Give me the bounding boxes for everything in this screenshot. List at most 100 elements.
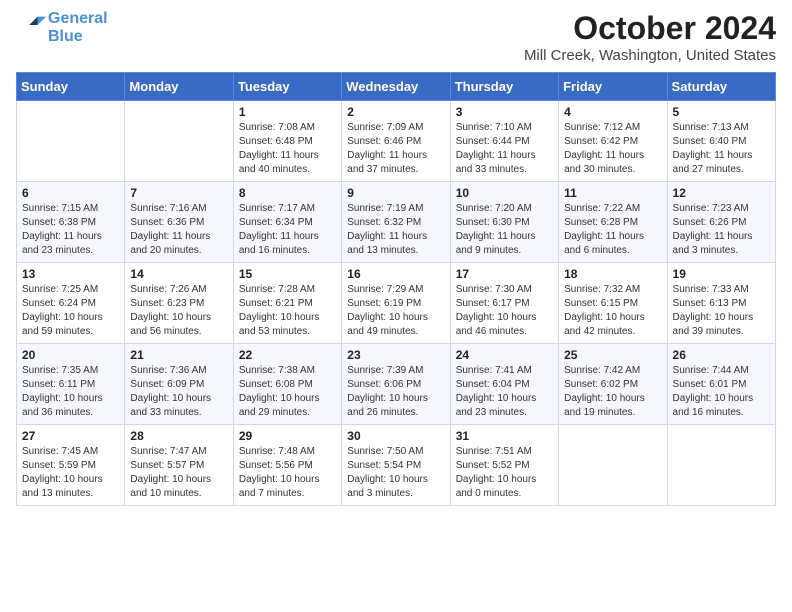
day-number: 30 <box>347 429 444 443</box>
logo-text-blue: Blue <box>48 28 108 46</box>
day-cell: 24 Sunrise: 7:41 AM Sunset: 6:04 PM Dayli… <box>450 344 558 425</box>
day-info: Sunrise: 7:23 AM Sunset: 6:26 PM Dayligh… <box>673 202 770 258</box>
day-cell: 16Sunrise: 7:29 AM Sunset: 6:19 PM Dayli… <box>342 263 450 344</box>
day-header-saturday: Saturday <box>667 73 775 101</box>
day-number: 18 <box>564 267 661 281</box>
day-cell: 31 Sunrise: 7:51 AM Sunset: 5:52 PM Dayli… <box>450 425 558 506</box>
calendar: SundayMondayTuesdayWednesdayThursdayFrid… <box>16 72 776 506</box>
day-number: 14 <box>130 267 227 281</box>
day-cell: 9 Sunrise: 7:19 AM Sunset: 6:32 PM Daylig… <box>342 182 450 263</box>
day-header-friday: Friday <box>559 73 667 101</box>
day-info: Sunrise: 7:41 AM Sunset: 6:04 PM Dayligh… <box>456 364 553 420</box>
day-number: 7 <box>130 186 227 200</box>
day-number: 31 <box>456 429 553 443</box>
logo-text-general: General <box>48 10 108 28</box>
day-number: 4 <box>564 105 661 119</box>
week-row-1: 1 Sunrise: 7:08 AM Sunset: 6:48 PM Daylig… <box>17 101 776 182</box>
day-number: 23 <box>347 348 444 362</box>
day-number: 3 <box>456 105 553 119</box>
day-number: 13 <box>22 267 119 281</box>
day-header-sunday: Sunday <box>17 73 125 101</box>
day-number: 20 <box>22 348 119 362</box>
day-cell: 15 Sunrise: 7:28 AM Sunset: 6:21 PM Dayli… <box>233 263 341 344</box>
day-cell: 7 Sunrise: 7:16 AM Sunset: 6:36 PM Daylig… <box>125 182 233 263</box>
day-cell: 14Sunrise: 7:26 AM Sunset: 6:23 PM Dayli… <box>125 263 233 344</box>
day-cell: 22 Sunrise: 7:38 AM Sunset: 6:08 PM Dayli… <box>233 344 341 425</box>
day-info: Sunrise: 7:12 AM Sunset: 6:42 PM Dayligh… <box>564 121 661 177</box>
calendar-header: SundayMondayTuesdayWednesdayThursdayFrid… <box>17 73 776 101</box>
day-info: Sunrise: 7:32 AM Sunset: 6:15 PM Dayligh… <box>564 283 661 339</box>
subtitle: Mill Creek, Washington, United States <box>524 47 776 64</box>
day-number: 19 <box>673 267 770 281</box>
day-info: Sunrise: 7:15 AM Sunset: 6:38 PM Dayligh… <box>22 202 119 258</box>
day-number: 10 <box>456 186 553 200</box>
day-info: Sunrise: 7:25 AM Sunset: 6:24 PM Dayligh… <box>22 283 119 339</box>
day-cell: 10Sunrise: 7:20 AM Sunset: 6:30 PM Dayli… <box>450 182 558 263</box>
day-cell: 5 Sunrise: 7:13 AM Sunset: 6:40 PM Daylig… <box>667 101 775 182</box>
day-info: Sunrise: 7:48 AM Sunset: 5:56 PM Dayligh… <box>239 445 336 501</box>
logo-icon <box>18 11 46 39</box>
logo: General Blue <box>16 10 108 45</box>
day-info: Sunrise: 7:47 AM Sunset: 5:57 PM Dayligh… <box>130 445 227 501</box>
day-info: Sunrise: 7:51 AM Sunset: 5:52 PM Dayligh… <box>456 445 553 501</box>
week-row-5: 27Sunrise: 7:45 AM Sunset: 5:59 PM Dayli… <box>17 425 776 506</box>
day-number: 22 <box>239 348 336 362</box>
day-info: Sunrise: 7:30 AM Sunset: 6:17 PM Dayligh… <box>456 283 553 339</box>
day-number: 11 <box>564 186 661 200</box>
day-info: Sunrise: 7:10 AM Sunset: 6:44 PM Dayligh… <box>456 121 553 177</box>
day-info: Sunrise: 7:08 AM Sunset: 6:48 PM Dayligh… <box>239 121 336 177</box>
day-number: 27 <box>22 429 119 443</box>
day-cell: 29Sunrise: 7:48 AM Sunset: 5:56 PM Dayli… <box>233 425 341 506</box>
day-cell <box>125 101 233 182</box>
week-row-4: 20Sunrise: 7:35 AM Sunset: 6:11 PM Dayli… <box>17 344 776 425</box>
page: General Blue October 2024 Mill Creek, Wa… <box>0 0 792 612</box>
day-info: Sunrise: 7:39 AM Sunset: 6:06 PM Dayligh… <box>347 364 444 420</box>
day-cell: 6 Sunrise: 7:15 AM Sunset: 6:38 PM Daylig… <box>17 182 125 263</box>
day-info: Sunrise: 7:50 AM Sunset: 5:54 PM Dayligh… <box>347 445 444 501</box>
day-cell: 30 Sunrise: 7:50 AM Sunset: 5:54 PM Dayli… <box>342 425 450 506</box>
day-number: 26 <box>673 348 770 362</box>
day-number: 5 <box>673 105 770 119</box>
day-cell: 8 Sunrise: 7:17 AM Sunset: 6:34 PM Daylig… <box>233 182 341 263</box>
day-cell <box>667 425 775 506</box>
day-cell: 1 Sunrise: 7:08 AM Sunset: 6:48 PM Daylig… <box>233 101 341 182</box>
day-cell: 21Sunrise: 7:36 AM Sunset: 6:09 PM Dayli… <box>125 344 233 425</box>
day-number: 8 <box>239 186 336 200</box>
day-number: 28 <box>130 429 227 443</box>
day-cell: 28 Sunrise: 7:47 AM Sunset: 5:57 PM Dayli… <box>125 425 233 506</box>
day-info: Sunrise: 7:13 AM Sunset: 6:40 PM Dayligh… <box>673 121 770 177</box>
day-number: 1 <box>239 105 336 119</box>
day-cell: 18 Sunrise: 7:32 AM Sunset: 6:15 PM Dayli… <box>559 263 667 344</box>
day-cell: 17Sunrise: 7:30 AM Sunset: 6:17 PM Dayli… <box>450 263 558 344</box>
day-cell <box>17 101 125 182</box>
day-number: 15 <box>239 267 336 281</box>
day-info: Sunrise: 7:38 AM Sunset: 6:08 PM Dayligh… <box>239 364 336 420</box>
day-info: Sunrise: 7:36 AM Sunset: 6:09 PM Dayligh… <box>130 364 227 420</box>
day-cell <box>559 425 667 506</box>
title-block: October 2024 Mill Creek, Washington, Uni… <box>524 10 776 64</box>
day-info: Sunrise: 7:09 AM Sunset: 6:46 PM Dayligh… <box>347 121 444 177</box>
day-number: 16 <box>347 267 444 281</box>
day-info: Sunrise: 7:17 AM Sunset: 6:34 PM Dayligh… <box>239 202 336 258</box>
header: General Blue October 2024 Mill Creek, Wa… <box>16 10 776 64</box>
day-cell: 4 Sunrise: 7:12 AM Sunset: 6:42 PM Daylig… <box>559 101 667 182</box>
day-cell: 20Sunrise: 7:35 AM Sunset: 6:11 PM Dayli… <box>17 344 125 425</box>
day-cell: 2Sunrise: 7:09 AM Sunset: 6:46 PM Daylig… <box>342 101 450 182</box>
week-row-2: 6 Sunrise: 7:15 AM Sunset: 6:38 PM Daylig… <box>17 182 776 263</box>
day-number: 25 <box>564 348 661 362</box>
day-header-wednesday: Wednesday <box>342 73 450 101</box>
day-number: 12 <box>673 186 770 200</box>
week-row-3: 13 Sunrise: 7:25 AM Sunset: 6:24 PM Dayli… <box>17 263 776 344</box>
day-header-thursday: Thursday <box>450 73 558 101</box>
day-cell: 13 Sunrise: 7:25 AM Sunset: 6:24 PM Dayli… <box>17 263 125 344</box>
day-header-tuesday: Tuesday <box>233 73 341 101</box>
day-info: Sunrise: 7:44 AM Sunset: 6:01 PM Dayligh… <box>673 364 770 420</box>
day-number: 9 <box>347 186 444 200</box>
day-info: Sunrise: 7:19 AM Sunset: 6:32 PM Dayligh… <box>347 202 444 258</box>
day-cell: 19Sunrise: 7:33 AM Sunset: 6:13 PM Dayli… <box>667 263 775 344</box>
day-number: 6 <box>22 186 119 200</box>
day-number: 24 <box>456 348 553 362</box>
day-cell: 23 Sunrise: 7:39 AM Sunset: 6:06 PM Dayli… <box>342 344 450 425</box>
day-info: Sunrise: 7:16 AM Sunset: 6:36 PM Dayligh… <box>130 202 227 258</box>
day-info: Sunrise: 7:28 AM Sunset: 6:21 PM Dayligh… <box>239 283 336 339</box>
